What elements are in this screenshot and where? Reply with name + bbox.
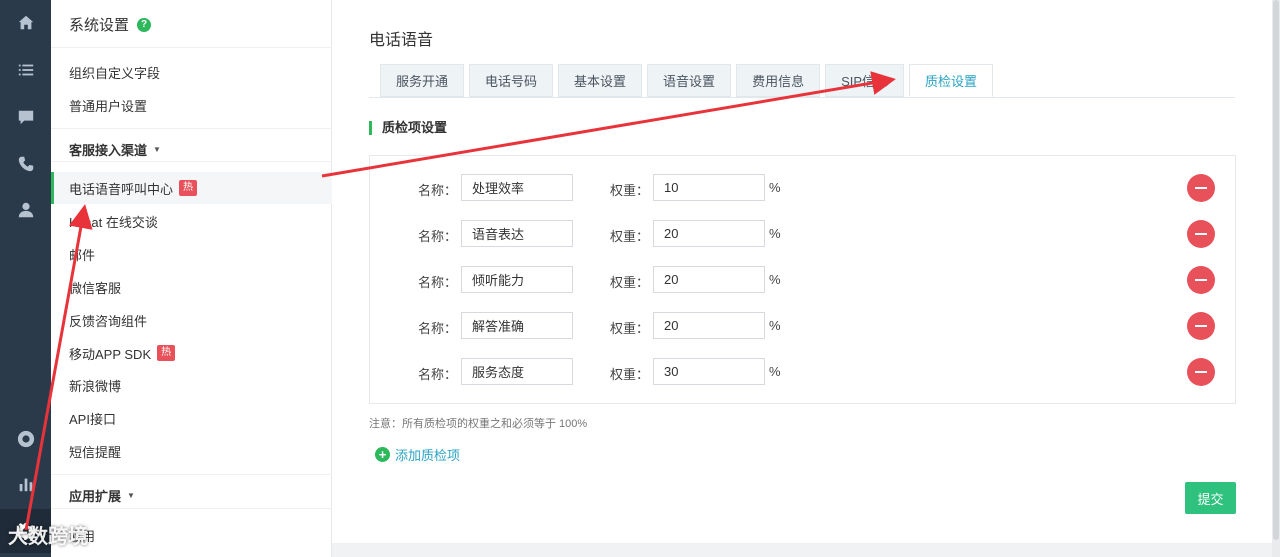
add-label: 添加质检项 bbox=[395, 448, 461, 463]
divider bbox=[51, 474, 332, 475]
percent-sign: % bbox=[769, 180, 781, 195]
group-label: 应用扩展 bbox=[69, 489, 122, 504]
sidebar-item-wechat[interactable]: 微信客服 bbox=[69, 277, 121, 297]
divider bbox=[51, 47, 332, 48]
sidebar-item-sms[interactable]: 短信提醒 bbox=[69, 441, 121, 461]
percent-sign: % bbox=[769, 226, 781, 241]
tab-billing-info[interactable]: 费用信息 bbox=[736, 64, 821, 97]
icon-rail bbox=[0, 0, 51, 557]
settings-sidebar: 系统设置 ? 组织自定义字段 普通用户设置 客服接入渠道 ▼ 电话语音呼叫中心 … bbox=[51, 0, 332, 557]
hot-badge: 热 bbox=[179, 180, 198, 196]
sidebar-group-channels[interactable]: 客服接入渠道 ▼ bbox=[69, 140, 161, 159]
list-icon[interactable] bbox=[0, 48, 51, 92]
tab-quality-check[interactable]: 质检设置 bbox=[909, 64, 994, 97]
phone-icon[interactable] bbox=[0, 142, 51, 186]
main-panel: 电话语音 服务开通 电话号码 基本设置 语音设置 费用信息 SIP信息 质检设置… bbox=[332, 0, 1272, 543]
watermark-text: 大数跨境 bbox=[8, 526, 88, 548]
sidebar-item-app-sdk[interactable]: 移动APP SDK 热 bbox=[69, 343, 176, 363]
sidebar-item-label: 电话语音呼叫中心 bbox=[69, 181, 174, 197]
section-title: 质检项设置 bbox=[369, 121, 447, 135]
lifebuoy-icon[interactable] bbox=[0, 417, 51, 461]
weight-label: 权重： bbox=[610, 183, 650, 198]
scrollbar-thumb[interactable] bbox=[1273, 0, 1279, 540]
name-label: 名称： bbox=[418, 367, 458, 382]
item-weight-input[interactable]: 20 bbox=[653, 312, 765, 339]
remove-item-button[interactable] bbox=[1187, 220, 1215, 248]
tab-voice-settings[interactable]: 语音设置 bbox=[647, 64, 732, 97]
divider bbox=[51, 161, 332, 162]
weight-label: 权重： bbox=[610, 367, 650, 382]
item-name-input[interactable]: 语音表达 bbox=[461, 220, 573, 247]
weight-label: 权重： bbox=[610, 229, 650, 244]
caret-down-icon: ▼ bbox=[153, 145, 161, 154]
sidebar-item-feedback-widget[interactable]: 反馈咨询组件 bbox=[69, 310, 147, 330]
hot-badge: 热 bbox=[157, 345, 176, 361]
remove-item-button[interactable] bbox=[1187, 174, 1215, 202]
sidebar-item-api[interactable]: API接口 bbox=[69, 408, 116, 428]
sidebar-item-kchat[interactable]: Kchat 在线交谈 bbox=[69, 211, 158, 231]
tab-bar: 服务开通 电话号码 基本设置 语音设置 费用信息 SIP信息 质检设置 bbox=[380, 64, 994, 97]
name-label: 名称： bbox=[418, 321, 458, 336]
remove-item-button[interactable] bbox=[1187, 266, 1215, 294]
item-weight-input[interactable]: 30 bbox=[653, 358, 765, 385]
item-name-input[interactable]: 处理效率 bbox=[461, 174, 573, 201]
help-icon[interactable]: ? bbox=[137, 17, 152, 32]
group-label: 客服接入渠道 bbox=[69, 143, 148, 158]
tab-basic-settings[interactable]: 基本设置 bbox=[558, 64, 643, 97]
caret-down-icon: ▼ bbox=[127, 491, 135, 500]
percent-sign: % bbox=[769, 364, 781, 379]
remove-item-button[interactable] bbox=[1187, 312, 1215, 340]
item-name-input[interactable]: 服务态度 bbox=[461, 358, 573, 385]
name-label: 名称： bbox=[418, 275, 458, 290]
weight-label: 权重： bbox=[610, 275, 650, 290]
watermark: 大数跨境 bbox=[8, 520, 88, 549]
item-weight-input[interactable]: 20 bbox=[653, 266, 765, 293]
item-name-input[interactable]: 解答准确 bbox=[461, 312, 573, 339]
plus-icon: + bbox=[375, 447, 390, 462]
sidebar-item-label: 移动APP SDK bbox=[69, 346, 152, 362]
item-name-input[interactable]: 倾听能力 bbox=[461, 266, 573, 293]
home-icon[interactable] bbox=[0, 1, 51, 45]
page-title: 电话语音 bbox=[369, 32, 434, 49]
sidebar-item-user-settings[interactable]: 普通用户设置 bbox=[69, 95, 147, 115]
tabs-divider bbox=[369, 97, 1235, 98]
add-quality-item-button[interactable]: + 添加质检项 bbox=[375, 445, 460, 464]
tab-phone-numbers[interactable]: 电话号码 bbox=[469, 64, 554, 97]
user-icon[interactable] bbox=[0, 188, 51, 232]
quality-items-box: 名称： 处理效率 权重： 10 % 名称： 语音表达 权重： 20 % 名称： … bbox=[369, 155, 1236, 404]
percent-sign: % bbox=[769, 272, 781, 287]
divider bbox=[51, 508, 332, 509]
sidebar-item-custom-fields[interactable]: 组织自定义字段 bbox=[69, 62, 160, 82]
item-weight-input[interactable]: 20 bbox=[653, 220, 765, 247]
weight-label: 权重： bbox=[610, 321, 650, 336]
weight-note: 注意：所有质检项的权重之和必须等于 100% bbox=[369, 418, 588, 430]
remove-item-button[interactable] bbox=[1187, 358, 1215, 386]
sidebar-title: 系统设置 bbox=[69, 17, 130, 34]
sidebar-item-weibo[interactable]: 新浪微博 bbox=[69, 375, 121, 395]
bar-chart-icon[interactable] bbox=[0, 462, 51, 506]
divider bbox=[51, 128, 332, 129]
tab-sip-info[interactable]: SIP信息 bbox=[825, 64, 905, 97]
name-label: 名称： bbox=[418, 229, 458, 244]
tab-service-activation[interactable]: 服务开通 bbox=[380, 64, 465, 97]
sidebar-group-apps[interactable]: 应用扩展 ▼ bbox=[69, 486, 135, 505]
sidebar-item-email[interactable]: 邮件 bbox=[69, 244, 95, 264]
name-label: 名称： bbox=[418, 183, 458, 198]
item-weight-input[interactable]: 10 bbox=[653, 174, 765, 201]
submit-button[interactable]: 提交 bbox=[1185, 482, 1236, 514]
sidebar-header: 系统设置 ? bbox=[69, 14, 152, 35]
sidebar-item-call-center[interactable]: 电话语音呼叫中心 热 bbox=[69, 178, 198, 198]
percent-sign: % bbox=[769, 318, 781, 333]
chat-icon[interactable] bbox=[0, 95, 51, 139]
